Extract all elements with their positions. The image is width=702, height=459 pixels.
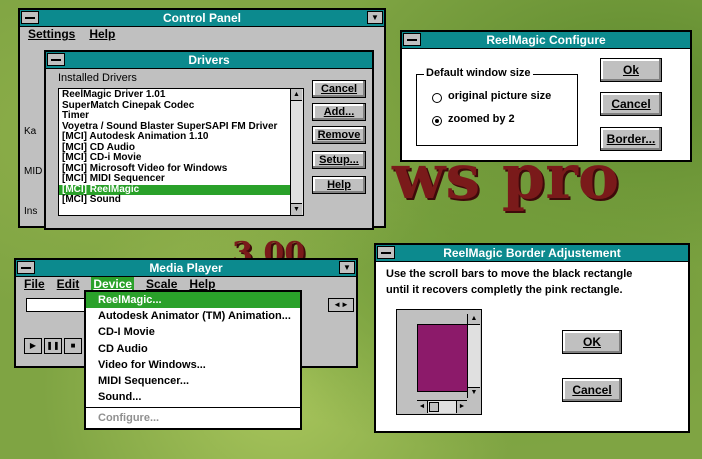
default-window-size-group [416, 74, 578, 146]
drivers-title: Drivers [188, 53, 230, 67]
border-adjustment-system-menu-icon[interactable] [377, 246, 395, 259]
border-cancel-button[interactable]: Cancel [562, 378, 622, 402]
border-adjustment-titlebar[interactable]: ReelMagic Border Adjustement [376, 245, 688, 262]
border-ok-button[interactable]: OK [562, 330, 622, 354]
drivers-remove-button[interactable]: Remove [312, 126, 366, 144]
menu-settings[interactable]: Settings [28, 27, 75, 41]
scroll-left-icon[interactable]: ◄ [417, 401, 428, 413]
media-player-maximize-icon[interactable]: ▼ [339, 261, 355, 274]
driver-list-item[interactable]: [MCI] Autodesk Animation 1.10 [59, 131, 291, 143]
scroll-down-icon[interactable]: ▼ [468, 387, 480, 398]
control-panel-edge-label: Ins [24, 206, 38, 217]
drivers-setup-button[interactable]: Setup... [312, 151, 366, 169]
driver-list-item[interactable]: [MCI] MIDI Sequencer [59, 173, 291, 185]
preview-area: ▲ ▼ ◄ ► [396, 309, 482, 415]
menu-help[interactable]: Help [189, 277, 215, 291]
device-menu-item[interactable]: CD Audio [86, 341, 300, 357]
option-original-label[interactable]: original picture size [448, 90, 551, 102]
driver-list-item[interactable]: Timer [59, 110, 291, 122]
instructions-line1: Use the scroll bars to move the black re… [386, 268, 633, 280]
play-icon[interactable]: ▶ [24, 338, 42, 354]
scroll-up-icon[interactable]: ▲ [291, 89, 302, 101]
control-panel-maximize-icon[interactable]: ▼ [367, 11, 383, 24]
scroll-up-icon[interactable]: ▲ [468, 314, 480, 325]
driver-list-item[interactable]: [MCI] Sound [59, 194, 291, 206]
control-panel-system-menu-icon[interactable] [21, 11, 39, 24]
control-panel-edge-label: MID [24, 166, 43, 177]
drivers-dialog: Drivers Installed Drivers ReelMagic Driv… [44, 50, 374, 230]
menu-edit[interactable]: Edit [57, 277, 80, 291]
menu-device[interactable]: Device [91, 277, 135, 291]
installed-drivers-label: Installed Drivers [58, 72, 137, 84]
scroll-right-icon[interactable]: ► [456, 401, 467, 413]
driver-list-item[interactable]: ReelMagic Driver 1.01 [59, 89, 291, 101]
reelmagic-configure-dialog: ReelMagic Configure Default window size … [400, 30, 692, 162]
border-adjustment-dialog: ReelMagic Border Adjustement Use the scr… [374, 243, 690, 433]
device-menu-item[interactable]: Autodesk Animator (TM) Animation... [86, 308, 300, 324]
pink-rectangle [417, 324, 471, 392]
media-player-titlebar[interactable]: Media Player ▼ [16, 260, 356, 277]
scroll-down-icon[interactable]: ▼ [291, 203, 302, 215]
stop-icon[interactable]: ■ [64, 338, 82, 354]
option-zoomed-label[interactable]: zoomed by 2 [448, 113, 515, 125]
configure-cancel-button[interactable]: Cancel [600, 92, 662, 116]
menu-separator [86, 407, 300, 409]
horizontal-scrollbar[interactable]: ◄ ► [417, 400, 467, 413]
driver-list-item[interactable]: [MCI] CD-i Movie [59, 152, 291, 164]
device-menu-item[interactable]: MIDI Sequencer... [86, 373, 300, 389]
radio-zoomed-by-2[interactable] [432, 116, 442, 126]
menu-file[interactable]: File [24, 277, 45, 291]
menu-help[interactable]: Help [89, 27, 115, 41]
drivers-add-button[interactable]: Add... [312, 103, 366, 121]
drivers-titlebar[interactable]: Drivers [46, 52, 372, 69]
media-position-track[interactable] [26, 298, 88, 312]
media-player-system-menu-icon[interactable] [17, 261, 35, 274]
media-player-title: Media Player [149, 261, 223, 275]
reelmagic-configure-title: ReelMagic Configure [486, 33, 606, 47]
media-scroll-arrows-icon[interactable]: ◄► [328, 298, 354, 312]
control-panel-menubar: Settings Help [20, 27, 384, 41]
radio-original-size[interactable] [432, 93, 442, 103]
device-menu-item[interactable]: Sound... [86, 389, 300, 405]
device-menu-item[interactable]: CD-I Movie [86, 324, 300, 340]
drivers-cancel-button[interactable]: Cancel [312, 80, 366, 98]
reelmagic-configure-titlebar[interactable]: ReelMagic Configure [402, 32, 690, 49]
vertical-scrollbar[interactable]: ▲ ▼ [467, 314, 480, 398]
media-player-menubar: File Edit Device Scale Help [16, 277, 356, 291]
configure-ok-button[interactable]: Ok [600, 58, 662, 82]
control-panel-titlebar[interactable]: Control Panel ▼ [20, 10, 384, 27]
border-adjustment-title: ReelMagic Border Adjustement [443, 246, 621, 260]
menu-scale[interactable]: Scale [146, 277, 177, 291]
device-menu-item[interactable]: Video for Windows... [86, 357, 300, 373]
drivers-help-button[interactable]: Help [312, 176, 366, 194]
control-panel-edge-label: Ka [24, 126, 37, 137]
scroll-thumb[interactable] [429, 402, 439, 412]
device-menu-item[interactable]: ReelMagic... [86, 292, 300, 309]
device-dropdown-menu: ReelMagic... Autodesk Animator (TM) Anima… [84, 290, 302, 430]
menu-item-configure: Configure... [98, 412, 160, 425]
driver-list-item[interactable]: SuperMatch Cinepak Codec [59, 100, 291, 112]
drivers-scrollbar[interactable]: ▲ ▼ [290, 89, 303, 215]
drivers-listbox[interactable]: ReelMagic Driver 1.01 SuperMatch Cinepak … [58, 88, 304, 216]
default-window-size-label: Default window size [424, 67, 533, 79]
configure-border-button[interactable]: Border... [600, 127, 662, 151]
drivers-system-menu-icon[interactable] [47, 53, 65, 66]
instructions-line2: until it recovers completly the pink rec… [386, 284, 623, 296]
pause-icon[interactable]: ❚❚ [44, 338, 62, 354]
control-panel-title: Control Panel [162, 11, 241, 25]
reelmagic-configure-system-menu-icon[interactable] [403, 33, 421, 46]
